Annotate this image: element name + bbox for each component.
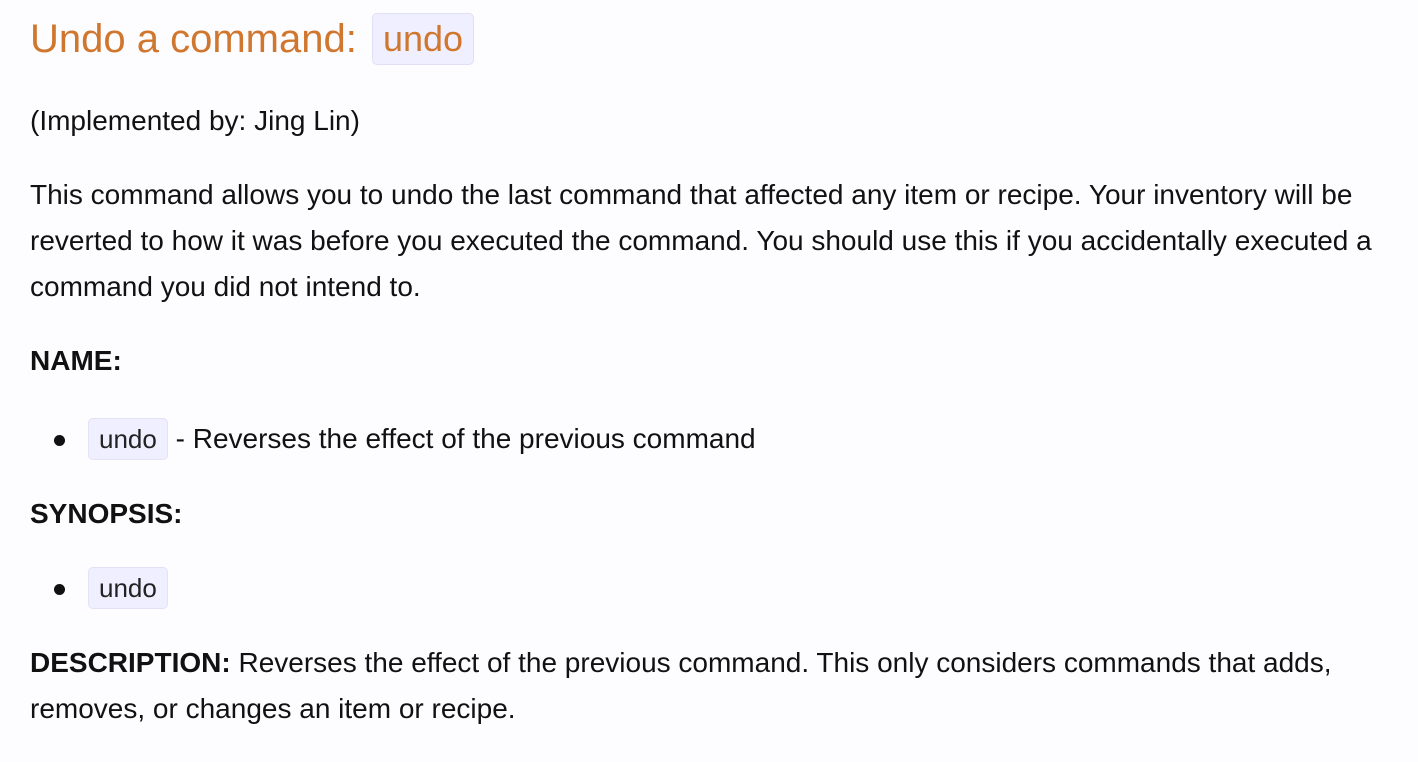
document-content: Undo a command: undo (Implemented by: Ji… bbox=[0, 0, 1418, 762]
name-command-code: undo bbox=[88, 418, 168, 460]
list-item: undo - Reverses the effect of the previo… bbox=[30, 418, 756, 460]
bullet-icon bbox=[54, 435, 65, 446]
implemented-by: (Implemented by: Jing Lin) bbox=[30, 105, 360, 136]
name-command-description: - Reverses the effect of the previous co… bbox=[167, 423, 756, 454]
name-list: undo - Reverses the effect of the previo… bbox=[30, 418, 756, 460]
synopsis-label-paragraph: SYNOPSIS: bbox=[30, 491, 1402, 537]
synopsis-label: SYNOPSIS: bbox=[30, 498, 183, 529]
synopsis-list: undo bbox=[30, 567, 168, 609]
description-paragraph: DESCRIPTION: Reverses the effect of the … bbox=[30, 640, 1402, 732]
description-label: DESCRIPTION: bbox=[30, 647, 231, 678]
intro-paragraph: This command allows you to undo the last… bbox=[30, 179, 1372, 302]
name-label-paragraph: NAME: bbox=[30, 338, 1402, 384]
page-title-code: undo bbox=[371, 13, 475, 65]
name-label: NAME: bbox=[30, 345, 122, 376]
synopsis-command-code: undo bbox=[88, 567, 168, 609]
bullet-icon bbox=[54, 584, 65, 595]
page-title: Undo a command: undo bbox=[30, 12, 475, 66]
list-item: undo bbox=[30, 567, 168, 609]
page-title-text: Undo a command: bbox=[30, 17, 357, 61]
